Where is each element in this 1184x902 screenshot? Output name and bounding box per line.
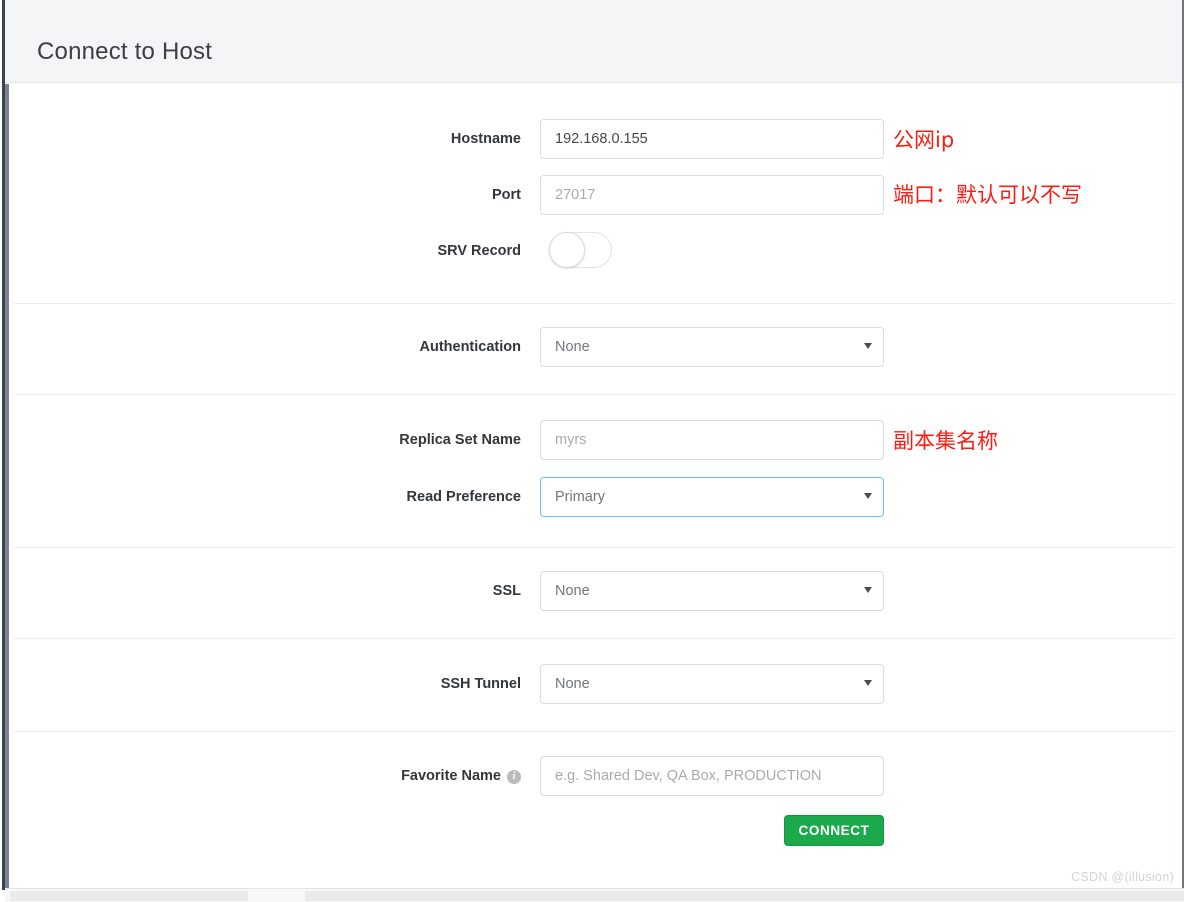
favorite-name-input[interactable] — [540, 756, 884, 796]
read-preference-select[interactable]: Primary — [540, 477, 884, 517]
replica-set-name-label-box: Replica Set Name — [9, 420, 531, 460]
hostname-label-box: Hostname — [9, 119, 531, 159]
ssh-tunnel-label-box: SSH Tunnel — [9, 664, 531, 704]
field-row-favorite-name: Favorite Name i — [9, 756, 1169, 796]
authentication-select[interactable]: None — [540, 327, 884, 367]
page-title: Connect to Host — [37, 38, 213, 65]
srv-record-toggle[interactable] — [549, 232, 612, 268]
replica-set-name-input[interactable] — [540, 420, 884, 460]
replica-set-name-annotation: 副本集名称 — [893, 429, 998, 453]
favorite-name-label-box: Favorite Name i — [9, 756, 531, 796]
port-label-box: Port — [9, 175, 531, 215]
section-divider-3 — [14, 547, 1174, 548]
ssh-tunnel-label: SSH Tunnel — [440, 676, 521, 692]
horizontal-scrollbar[interactable] — [5, 888, 1184, 902]
ssh-tunnel-select-value: None — [555, 676, 590, 692]
authentication-label: Authentication — [419, 339, 522, 355]
field-row-ssl: SSL None — [9, 571, 1169, 611]
port-label: Port — [492, 187, 521, 203]
ssh-tunnel-select[interactable]: None — [540, 664, 884, 704]
chevron-down-icon — [864, 680, 872, 686]
field-row-srv-record: SRV Record — [9, 231, 1169, 271]
ssl-label-box: SSL — [9, 571, 531, 611]
field-row-hostname: Hostname 公网ip — [9, 119, 1169, 159]
port-input[interactable] — [540, 175, 884, 215]
read-preference-select-value: Primary — [555, 489, 605, 505]
srv-record-label: SRV Record — [437, 243, 521, 259]
info-icon[interactable]: i — [507, 770, 521, 784]
chevron-down-icon — [864, 493, 872, 499]
ssl-select-value: None — [555, 583, 590, 599]
chevron-down-icon — [864, 587, 872, 593]
field-row-read-preference: Read Preference Primary — [9, 477, 1169, 517]
hostname-label: Hostname — [450, 131, 521, 147]
chevron-down-icon — [864, 343, 872, 349]
ssl-select[interactable]: None — [540, 571, 884, 611]
horizontal-scrollbar-track-segment[interactable] — [305, 891, 1184, 901]
favorite-name-label-text: Favorite Name — [401, 768, 501, 784]
watermark: CSDN @(illusion) — [1071, 870, 1174, 884]
field-row-ssh-tunnel: SSH Tunnel None — [9, 664, 1169, 704]
port-annotation: 端口：默认可以不写 — [893, 183, 1082, 207]
connection-form: Hostname 公网ip Port 端口：默认可以不写 SRV Record … — [9, 84, 1182, 884]
field-row-authentication: Authentication None — [9, 327, 1169, 367]
read-preference-label: Read Preference — [406, 489, 521, 505]
horizontal-scrollbar-thumb[interactable] — [10, 891, 248, 901]
section-divider-2 — [14, 394, 1174, 395]
ssl-label: SSL — [492, 583, 521, 599]
hostname-input[interactable] — [540, 119, 884, 159]
authentication-label-box: Authentication — [9, 327, 531, 367]
dialog-header: Connect to Host — [5, 0, 1182, 83]
field-row-replica-set-name: Replica Set Name 副本集名称 — [9, 420, 1169, 460]
replica-set-name-label: Replica Set Name — [399, 432, 521, 448]
connect-button[interactable]: CONNECT — [784, 815, 884, 846]
connect-to-host-window: Connect to Host Hostname 公网ip Port 端口：默认… — [0, 0, 1184, 902]
authentication-select-value: None — [555, 339, 590, 355]
read-preference-label-box: Read Preference — [9, 477, 531, 517]
section-divider-5 — [14, 731, 1174, 732]
srv-record-label-box: SRV Record — [9, 231, 531, 271]
section-divider-1 — [14, 303, 1174, 304]
section-divider-4 — [14, 638, 1174, 639]
srv-record-toggle-knob[interactable] — [549, 232, 585, 268]
favorite-name-label: Favorite Name i — [401, 756, 521, 796]
hostname-annotation: 公网ip — [893, 128, 955, 152]
field-row-port: Port 端口：默认可以不写 — [9, 175, 1169, 215]
